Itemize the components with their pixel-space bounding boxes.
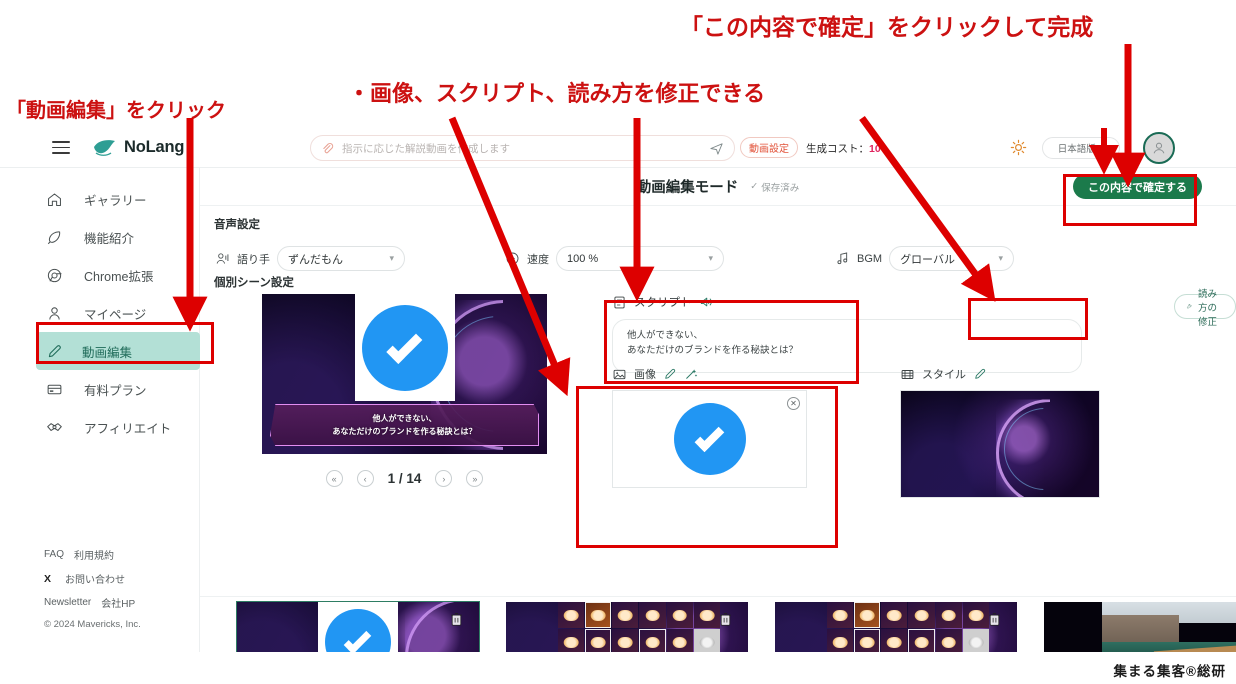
screenshot-root: NoLang 指示に応じた解説動画を作成します 動画設定 生成コスト：10 日本… (0, 0, 1236, 684)
sun-icon[interactable] (1010, 139, 1027, 156)
annotation-arrows (172, 44, 1146, 397)
arrow-to-image-card (448, 116, 571, 397)
arrow-to-read-fix (859, 115, 996, 302)
watermark: 集まる集客®総研 (1113, 664, 1226, 679)
